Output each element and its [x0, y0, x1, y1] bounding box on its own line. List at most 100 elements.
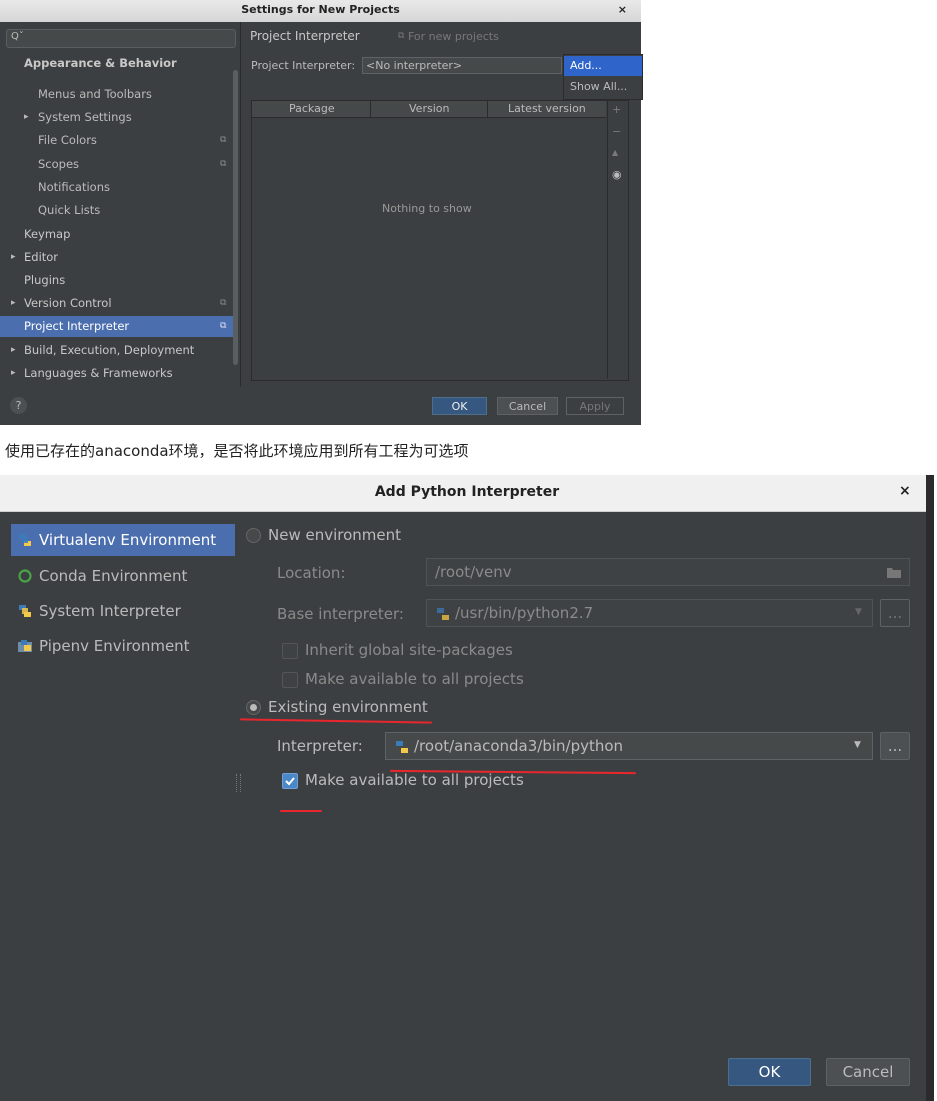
column-header-version[interactable]: Version — [409, 102, 449, 115]
sidebar-item-label: Virtualenv Environment — [39, 531, 217, 549]
sidebar-item-label: Pipenv Environment — [39, 637, 190, 655]
packages-table — [251, 100, 629, 381]
dialog-edge — [926, 475, 934, 1101]
cancel-button[interactable]: Cancel — [826, 1058, 910, 1086]
sidebar-item-appearance-behavior[interactable]: Appearance & Behavior — [0, 53, 238, 74]
sidebar-item-label: Project Interpreter — [24, 319, 130, 333]
project-interpreter-select[interactable]: <No interpreter> — [362, 57, 562, 74]
pipenv-icon — [18, 640, 32, 652]
copy-icon: ⧉ — [220, 159, 227, 169]
sidebar-scrollbar[interactable] — [233, 70, 238, 365]
expand-arrow-icon[interactable]: ▸ — [11, 340, 16, 361]
settings-title-bar: Settings for New Projects × — [0, 0, 641, 23]
packages-toolbar: + − ▲ ◉ — [607, 101, 628, 379]
chevron-down-icon[interactable]: ▼ — [855, 607, 862, 617]
location-value: /root/venv — [435, 563, 512, 581]
column-header-package[interactable]: Package — [289, 102, 335, 115]
search-icon: Qˇ — [11, 31, 24, 42]
sidebar-item-build-execution-deployment[interactable]: ▸ Build, Execution, Deployment — [0, 340, 238, 361]
sidebar-item-virtualenv[interactable]: Virtualenv Environment — [11, 524, 235, 556]
annotation-underline — [239, 718, 433, 724]
settings-title: Settings for New Projects — [241, 3, 400, 16]
sidebar-item-notifications[interactable]: Notifications — [0, 177, 238, 198]
sidebar-item-label: Appearance & Behavior — [24, 56, 177, 70]
sidebar-item-quick-lists[interactable]: Quick Lists — [0, 200, 238, 221]
sidebar-item-version-control[interactable]: ▸ Version Control ⧉ — [0, 293, 238, 314]
interpreter-browse-button[interactable]: ... — [880, 732, 910, 760]
sidebar-item-label: Languages & Frameworks — [24, 366, 173, 380]
new-environment-radio[interactable] — [246, 528, 261, 543]
sidebar-item-pipenv[interactable]: Pipenv Environment — [11, 630, 235, 662]
sidebar-item-label: File Colors — [38, 133, 97, 147]
sidebar-item-label: Quick Lists — [38, 203, 101, 217]
new-env-make-available-label: Make available to all projects — [305, 670, 524, 688]
eye-icon[interactable]: ◉ — [612, 168, 622, 181]
sidebar-item-label: Notifications — [38, 180, 110, 194]
upgrade-package-icon[interactable]: ▲ — [612, 148, 618, 157]
base-interpreter-label: Base interpreter: — [277, 605, 404, 623]
sidebar-item-label: Build, Execution, Deployment — [24, 343, 195, 357]
expand-arrow-icon[interactable]: ▸ — [24, 107, 29, 128]
dialog-title: Add Python Interpreter — [374, 484, 560, 500]
base-interpreter-select[interactable]: /usr/bin/python2.7 ▼ — [426, 599, 873, 627]
add-package-icon[interactable]: + — [612, 103, 621, 116]
annotation-underline — [280, 810, 322, 812]
sidebar-item-keymap[interactable]: Keymap — [0, 224, 238, 245]
close-icon[interactable]: × — [899, 483, 911, 499]
dialog-title-bar: Add Python Interpreter × — [0, 475, 934, 512]
menu-item-add[interactable]: Add... — [564, 56, 642, 76]
existing-environment-radio[interactable] — [246, 700, 261, 715]
sidebar-item-languages-frameworks[interactable]: ▸ Languages & Frameworks — [0, 363, 238, 384]
ok-button[interactable]: OK — [728, 1058, 811, 1086]
settings-close-button[interactable]: × — [618, 3, 627, 16]
interpreter-label: Interpreter: — [277, 737, 363, 755]
menu-item-show-all[interactable]: Show All... — [564, 77, 642, 97]
sidebar-item-plugins[interactable]: Plugins — [0, 270, 238, 291]
expand-arrow-icon[interactable]: ▸ — [11, 293, 16, 314]
expand-arrow-icon[interactable]: ▸ — [11, 363, 16, 384]
help-icon[interactable]: ? — [10, 397, 27, 414]
copy-icon: ⧉ — [220, 298, 227, 308]
make-available-checkbox[interactable] — [282, 773, 298, 789]
interpreter-select[interactable]: /root/anaconda3/bin/python ▼ — [385, 732, 873, 760]
sidebar-item-project-interpreter[interactable]: Project Interpreter ⧉ — [0, 316, 238, 337]
splitter-handle[interactable] — [236, 774, 241, 792]
copy-icon: ⧉ — [398, 31, 405, 41]
sidebar-item-label: Version Control — [24, 296, 112, 310]
copy-icon: ⧉ — [220, 321, 227, 331]
location-label: Location: — [277, 564, 346, 582]
sidebar-item-label: System Interpreter — [39, 602, 181, 620]
interpreter-value: /root/anaconda3/bin/python — [414, 737, 624, 755]
sidebar-item-system-interpreter[interactable]: System Interpreter — [11, 595, 235, 627]
column-header-latest-version[interactable]: Latest version — [508, 102, 586, 115]
sidebar-item-editor[interactable]: ▸ Editor — [0, 247, 238, 268]
base-interpreter-value: /usr/bin/python2.7 — [455, 604, 594, 622]
python-icon — [437, 608, 449, 620]
sidebar-item-system-settings[interactable]: ▸ System Settings — [0, 107, 238, 128]
sidebar-item-label: Scopes — [38, 157, 80, 171]
expand-arrow-icon[interactable]: ▸ — [11, 247, 16, 268]
settings-search-input[interactable]: Qˇ — [6, 29, 236, 48]
remove-package-icon[interactable]: − — [612, 125, 621, 138]
apply-button[interactable]: Apply — [566, 397, 624, 415]
cancel-button[interactable]: Cancel — [497, 397, 558, 415]
new-environment-label: New environment — [268, 526, 402, 544]
folder-icon[interactable] — [887, 567, 901, 578]
inherit-site-packages-checkbox[interactable] — [282, 643, 298, 659]
checkmark-icon — [285, 777, 295, 786]
ok-button[interactable]: OK — [432, 397, 487, 415]
conda-icon — [18, 569, 32, 583]
chevron-down-icon[interactable]: ▼ — [854, 740, 861, 750]
base-browse-button[interactable]: ... — [880, 599, 910, 627]
caption-text: 使用已存在的anaconda环境，是否将此环境应用到所有工程为可选项 — [5, 442, 469, 460]
sidebar-item-menus-toolbars[interactable]: Menus and Toolbars — [0, 84, 238, 105]
add-python-interpreter-dialog: Add Python Interpreter × Virtualenv Envi… — [0, 475, 934, 1101]
page-title: Project Interpreter — [250, 29, 360, 43]
new-env-make-available-checkbox[interactable] — [282, 672, 298, 688]
interpreter-options-menu: Add... Show All... — [563, 54, 643, 100]
copy-icon: ⧉ — [220, 135, 227, 145]
sidebar-item-conda[interactable]: Conda Environment — [11, 560, 235, 592]
sidebar-item-scopes[interactable]: Scopes ⧉ — [0, 154, 238, 175]
location-input[interactable]: /root/venv — [426, 558, 910, 586]
sidebar-item-file-colors[interactable]: File Colors ⧉ — [0, 130, 238, 151]
